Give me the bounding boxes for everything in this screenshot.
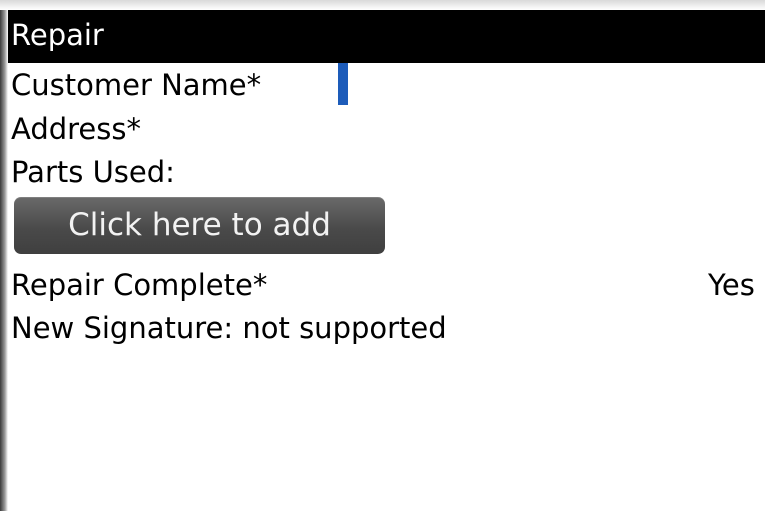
- parts-used-label: Parts Used:: [11, 155, 175, 189]
- repair-complete-label: Repair Complete*: [11, 268, 268, 302]
- signature-label: New Signature: not supported: [11, 311, 447, 345]
- add-parts-button[interactable]: Click here to add: [14, 197, 385, 254]
- title-bar: Repair: [8, 10, 765, 63]
- customer-name-text-cursor[interactable]: [338, 63, 348, 105]
- address-label[interactable]: Address*: [11, 109, 141, 149]
- add-parts-button-label: Click here to add: [68, 207, 331, 243]
- screen-title: Repair: [11, 18, 104, 52]
- repair-complete-value[interactable]: Yes: [708, 265, 755, 305]
- customer-name-label: Customer Name*: [11, 68, 262, 102]
- top-shadow: [0, 0, 765, 10]
- screen-bezel-edge: [0, 10, 8, 511]
- repair-form-screen: Repair Customer Name* Address* Parts Use…: [8, 10, 765, 511]
- device-screen-frame: Repair Customer Name* Address* Parts Use…: [0, 0, 765, 511]
